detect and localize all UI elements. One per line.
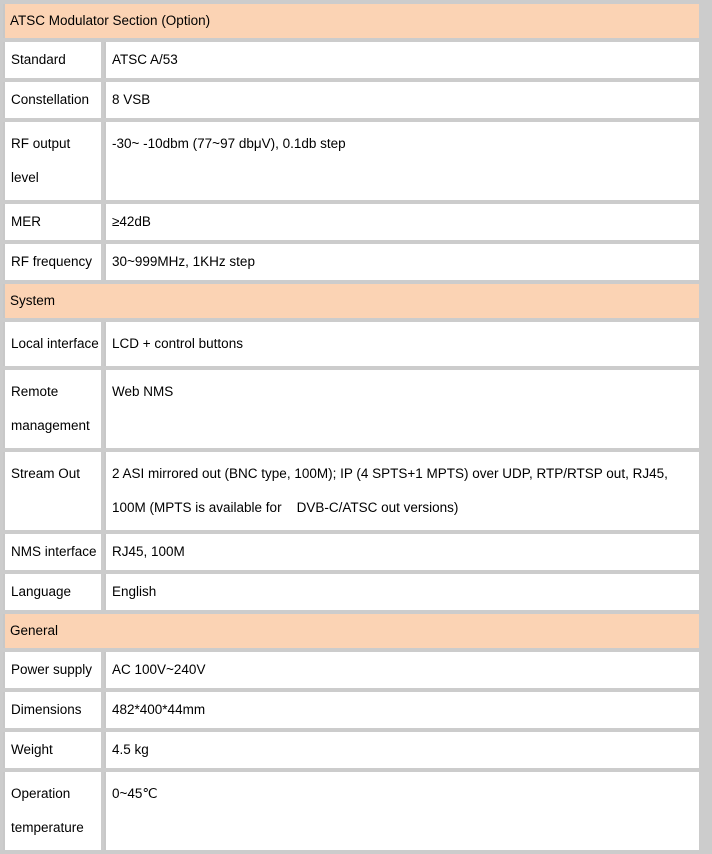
spec-row-label: Dimensions — [3, 692, 101, 728]
spec-row: Local interface LCD + control buttons — [3, 322, 699, 366]
spec-row-value: AC 100V~240V — [104, 652, 699, 688]
section-header-row: ATSC Modulator Section (Option) — [3, 4, 699, 38]
spec-row-label: Standard — [3, 42, 101, 78]
spec-row: Operation temperature 0~45℃ — [3, 772, 699, 850]
spec-row-label: Weight — [3, 732, 101, 768]
spec-row: Stream Out 2 ASI mirrored out (BNC type, … — [3, 452, 699, 530]
spec-row: Dimensions 482*400*44mm — [3, 692, 699, 728]
spec-row-value: -30~ -10dbm (77~97 dbμV), 0.1db step — [104, 122, 699, 200]
spec-row-value: LCD + control buttons — [104, 322, 699, 366]
section-header-row: General — [3, 614, 699, 648]
spec-row-label: Constellation — [3, 82, 101, 118]
spec-row-value: 4.5 kg — [104, 732, 699, 768]
spec-row: Remote management Web NMS — [3, 370, 699, 448]
spec-row: Weight 4.5 kg — [3, 732, 699, 768]
spec-row: NMS interface RJ45, 100M — [3, 534, 699, 570]
section-header-row: System — [3, 284, 699, 318]
spec-row: Language English — [3, 574, 699, 610]
spec-row-value: 30~999MHz, 1KHz step — [104, 244, 699, 280]
spec-row-value: RJ45, 100M — [104, 534, 699, 570]
section-header-title: General — [3, 614, 699, 648]
spec-row-value: ATSC A/53 — [104, 42, 699, 78]
spec-row-label: Stream Out — [3, 452, 101, 530]
spec-row: RF output level -30~ -10dbm (77~97 dbμV),… — [3, 122, 699, 200]
spec-row-label: Remote management — [3, 370, 101, 448]
spec-row-value: 0~45℃ — [104, 772, 699, 850]
spec-row-label: RF frequency — [3, 244, 101, 280]
spec-row-label: Language — [3, 574, 101, 610]
spec-row-label: RF output level — [3, 122, 101, 200]
spec-row-label: MER — [3, 204, 101, 240]
spec-row-value: English — [104, 574, 699, 610]
spec-row-label: NMS interface — [3, 534, 101, 570]
spec-row-value: 2 ASI mirrored out (BNC type, 100M); IP … — [104, 452, 699, 530]
specification-table-body: ATSC Modulator Section (Option) Standard A… — [3, 4, 699, 850]
section-header-title: ATSC Modulator Section (Option) — [3, 4, 699, 38]
specification-table: ATSC Modulator Section (Option) Standard A… — [0, 0, 702, 854]
spec-row: MER ≥42dB — [3, 204, 699, 240]
spec-row: Constellation 8 VSB — [3, 82, 699, 118]
spec-row: Standard ATSC A/53 — [3, 42, 699, 78]
spec-row-value: 482*400*44mm — [104, 692, 699, 728]
spec-row-label: Local interface — [3, 322, 101, 366]
spec-row: Power supply AC 100V~240V — [3, 652, 699, 688]
spec-row-label: Power supply — [3, 652, 101, 688]
section-header-title: System — [3, 284, 699, 318]
spec-row: RF frequency 30~999MHz, 1KHz step — [3, 244, 699, 280]
spec-row-label: Operation temperature — [3, 772, 101, 850]
spec-row-value: Web NMS — [104, 370, 699, 448]
spec-row-value: 8 VSB — [104, 82, 699, 118]
spec-row-value: ≥42dB — [104, 204, 699, 240]
